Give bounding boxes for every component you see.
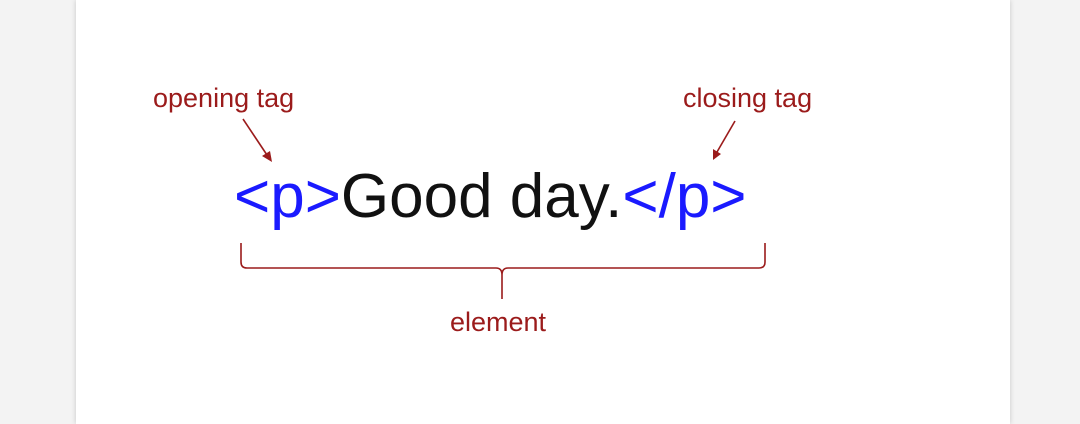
closing-tag-arrow — [713, 120, 736, 160]
opening-tag-arrow — [242, 118, 272, 162]
element-brace — [240, 243, 766, 299]
annotation-overlay — [240, 118, 766, 299]
